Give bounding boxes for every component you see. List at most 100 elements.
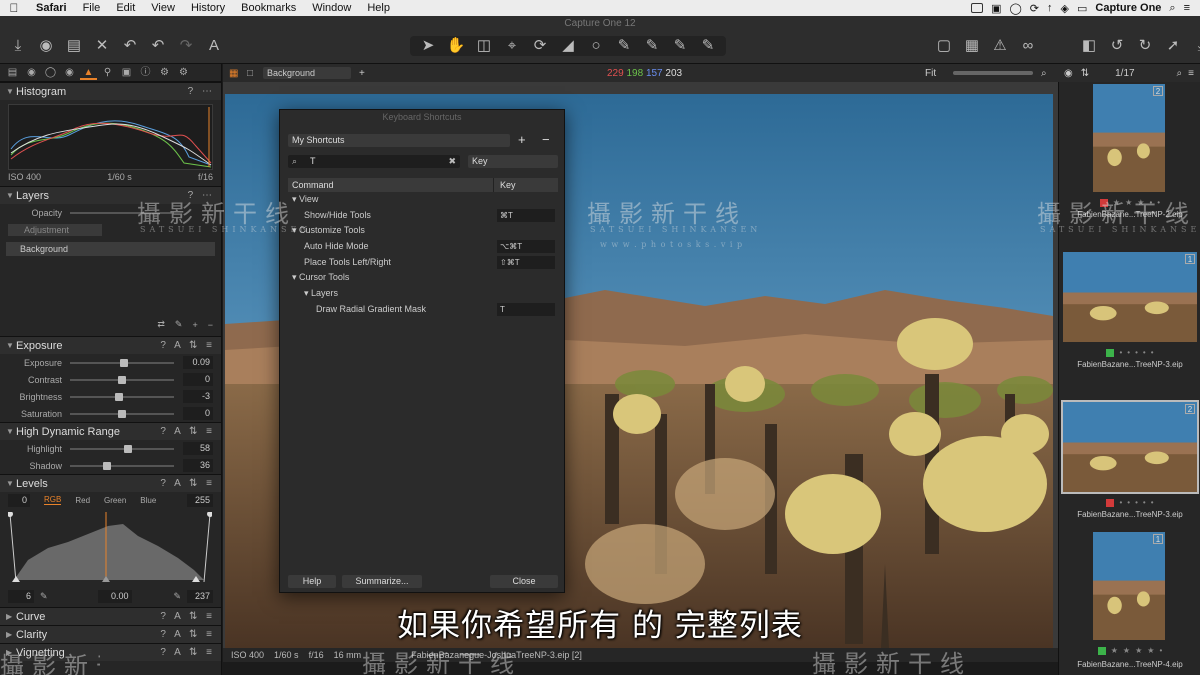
menu-app[interactable]: Safari [28, 2, 75, 14]
star-empty-icon[interactable]: • [1119, 498, 1122, 507]
reset-icon[interactable]: ↶ [120, 36, 140, 56]
table-row[interactable]: ▾ Layers [288, 286, 558, 302]
style-select[interactable]: Background [263, 67, 351, 79]
hdr-header[interactable]: ▼ High Dynamic Range ? A ⇅ ≡ [0, 422, 221, 440]
import-icon[interactable]: ⤓ [8, 36, 28, 56]
library-tab-icon[interactable]: ▤ [4, 66, 21, 80]
loupe-icon[interactable]: ◫ [474, 36, 494, 56]
exposure-value[interactable]: -3 [183, 390, 213, 403]
levels-tab-red[interactable]: Red [75, 496, 90, 505]
section-menu-icon[interactable]: ? A ⇅ ≡ [160, 340, 215, 351]
screen-icon[interactable] [971, 3, 984, 13]
hdr-slider[interactable] [70, 444, 174, 453]
menu-edit[interactable]: Edit [108, 2, 143, 14]
pan-hand-icon[interactable]: ✋ [446, 36, 466, 56]
shortcut-search-input[interactable]: ⌕ T ✖ [288, 155, 460, 168]
redo-icon[interactable]: ↷ [176, 36, 196, 56]
batch-tab-icon[interactable]: ⚙ [175, 66, 192, 80]
menu-list-icon[interactable]: ≡ [1184, 2, 1190, 14]
levels-tab-rgb[interactable]: RGB [44, 495, 62, 505]
export-icon[interactable]: ➚ [1163, 36, 1183, 56]
undo-icon[interactable]: ↶ [148, 36, 168, 56]
delete-icon[interactable]: ✕ [92, 36, 112, 56]
levels-tab-green[interactable]: Green [104, 496, 126, 505]
thumbnail-rating[interactable]: • • • • • [1059, 498, 1200, 507]
help-button[interactable]: Help [288, 575, 336, 588]
add-icon[interactable]: + [359, 68, 365, 79]
grid-view-icon[interactable]: ▦ [229, 68, 238, 79]
column-command[interactable]: Command [288, 178, 494, 192]
star-empty-icon[interactable]: • [1135, 498, 1138, 507]
levels-header[interactable]: ▼ Levels ? A ⇅ ≡ [0, 474, 221, 492]
star-empty-icon[interactable]: • [1151, 348, 1154, 357]
capture-tab-icon[interactable]: ◉ [23, 66, 40, 80]
browser-search-icon[interactable]: ⌕ [1177, 68, 1183, 79]
process-icon[interactable]: ⤓ [1191, 36, 1200, 56]
brush-icon[interactable]: ✎ [642, 36, 662, 56]
single-view-icon[interactable]: □ [247, 68, 253, 79]
details-tab-icon[interactable]: ⚲ [99, 66, 116, 80]
star-empty-icon[interactable]: • [1151, 498, 1154, 507]
star-empty-icon[interactable]: • [1143, 348, 1146, 357]
star-empty-icon[interactable]: • [1127, 498, 1130, 507]
slider-knob[interactable] [117, 409, 126, 418]
eraser-icon[interactable]: ✎ [698, 36, 718, 56]
shortcut-key-field[interactable]: ⌥⌘T [497, 240, 555, 254]
rotate-right-icon[interactable]: ↻ [1135, 36, 1155, 56]
layer-brush-icon[interactable]: ✎ [175, 319, 183, 330]
add-preset-button[interactable]: + [518, 132, 526, 147]
table-row[interactable]: ▾ View [288, 192, 558, 208]
exposure-value[interactable]: 0 [183, 407, 213, 420]
search-scope-select[interactable]: Key [468, 155, 558, 168]
section-menu-icon[interactable]: ? A ⇅ ≡ [160, 478, 215, 489]
menu-help[interactable]: Help [359, 2, 398, 14]
grid-icon[interactable]: ▦ [962, 36, 982, 56]
slider-knob[interactable] [119, 358, 128, 367]
clear-search-icon[interactable]: ✖ [448, 155, 456, 168]
exposure-slider[interactable] [70, 375, 174, 384]
exposure-value[interactable]: 0.09 [183, 356, 213, 369]
adjust-tab-icon[interactable]: ▣ [118, 66, 135, 80]
exposure-header[interactable]: ▼ Exposure ? A ⇅ ≡ [0, 336, 221, 354]
hdr-slider[interactable] [70, 461, 174, 470]
star-filled-icon[interactable]: ★ [1147, 646, 1154, 655]
output-tab-icon[interactable]: ⚙ [156, 66, 173, 80]
section-menu-icon[interactable]: ? A ⇅ ≡ [160, 426, 215, 437]
collapse-caret-icon[interactable]: ▼ [6, 427, 16, 436]
warning-icon[interactable]: ⚠ [990, 36, 1010, 56]
slider-knob[interactable] [124, 444, 133, 453]
exposure-slider[interactable] [70, 392, 174, 401]
crop-icon[interactable]: ⌖ [502, 36, 522, 56]
color-tab-icon[interactable]: ◉ [61, 66, 78, 80]
star-empty-icon[interactable]: • [1135, 348, 1138, 357]
zoom-slider[interactable] [953, 71, 1033, 75]
star-filled-icon[interactable]: ★ [1111, 646, 1118, 655]
zoom-icon[interactable]: ⌕ [1041, 68, 1047, 79]
star-empty-icon[interactable]: • [1159, 646, 1162, 655]
slider-knob[interactable] [117, 375, 126, 384]
shortcut-key-field[interactable]: ⇧⌘T [497, 255, 555, 269]
battery-icon[interactable]: ▭ [1077, 2, 1087, 15]
levels-input-low[interactable]: 0 [8, 493, 30, 507]
thumbnail[interactable]: 2 [1093, 84, 1165, 192]
section-menu-icon[interactable]: ? A ⇅ ≡ [160, 647, 215, 658]
wifi-icon[interactable]: ◈ [1061, 2, 1069, 15]
column-key[interactable]: Key [494, 178, 516, 192]
collapse-caret-icon[interactable]: ▼ [6, 191, 16, 200]
levels-graph[interactable] [7, 511, 213, 584]
view-eye-icon[interactable]: ◉ [1064, 68, 1073, 79]
sync-icon[interactable]: ⟳ [1030, 2, 1039, 15]
meta-tab-icon[interactable]: ⓘ [137, 66, 154, 80]
proof-icon[interactable]: ▢ [934, 36, 954, 56]
histogram-header[interactable]: ▼ Histogram ? ⋯ [0, 82, 221, 100]
levels-input-high[interactable]: 255 [187, 493, 213, 507]
table-row[interactable]: ▾ Cursor Tools [288, 270, 558, 286]
slider-knob[interactable] [103, 461, 112, 470]
menu-window[interactable]: Window [304, 2, 359, 14]
exposure-tab-icon[interactable]: ▲ [80, 66, 97, 80]
spotlight-icon[interactable]: ⌕ [1169, 2, 1175, 15]
table-row[interactable]: Place Tools Left/Right ⇧⌘T [288, 255, 558, 271]
layer-sort-icon[interactable]: ⇄ [157, 319, 165, 330]
creative-cloud-icon[interactable]: ◯ [1009, 2, 1021, 15]
color-tag[interactable] [1106, 348, 1115, 357]
